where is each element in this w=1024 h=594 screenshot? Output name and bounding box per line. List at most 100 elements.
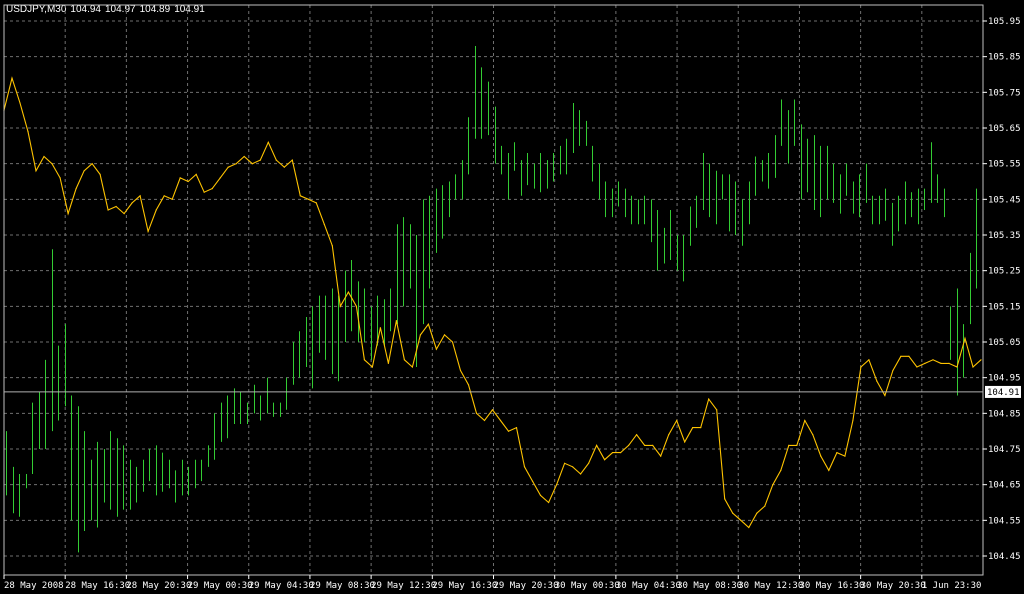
- line-point: [443, 334, 446, 336]
- line-point: [307, 198, 309, 200]
- line-point: [75, 188, 77, 190]
- line-point: [259, 159, 261, 161]
- comparison-line: [3, 76, 982, 529]
- line-point: [652, 444, 654, 446]
- line-point: [219, 177, 221, 179]
- line-point: [531, 480, 534, 482]
- line-point: [51, 163, 53, 165]
- line-point: [451, 341, 454, 343]
- line-point: [948, 362, 950, 364]
- line-point: [940, 362, 942, 364]
- line-point: [572, 466, 574, 468]
- line-point: [115, 205, 117, 208]
- line-point: [636, 434, 638, 436]
- line-point: [459, 369, 462, 372]
- current-price-badge: 104.91: [985, 385, 1021, 398]
- line-point: [844, 455, 846, 457]
- line-point: [323, 223, 325, 225]
- line-point: [467, 384, 470, 386]
- line-point: [251, 163, 253, 165]
- y-tick-label: 105.85: [988, 53, 1021, 63]
- line-point: [692, 427, 694, 429]
- line-point: [556, 484, 558, 486]
- x-tick-label: 30 May 16:30: [799, 581, 864, 591]
- y-tick-label: 104.85: [988, 409, 1021, 419]
- current-price-line: 104.91: [4, 385, 1021, 398]
- line-point: [852, 419, 854, 422]
- line-point: [868, 359, 870, 361]
- line-point: [788, 444, 790, 446]
- line-point: [620, 452, 622, 454]
- y-tick-label: 105.45: [988, 195, 1021, 205]
- line-point: [964, 337, 966, 339]
- line-point: [956, 366, 958, 368]
- line-point: [299, 195, 301, 197]
- x-tick-label: 30 May 20:30: [861, 581, 926, 591]
- line-point: [564, 462, 566, 464]
- line-point: [275, 159, 277, 161]
- line-point: [916, 366, 918, 368]
- x-tick-label: 29 May 04:30: [249, 581, 314, 591]
- y-tick-label: 104.95: [988, 374, 1021, 384]
- y-tick-label: 104.45: [988, 552, 1021, 562]
- price-axis[interactable]: 105.95 105.85 105.75 105.65 105.55 105.45 105.…: [983, 17, 1021, 562]
- grid-lines: [4, 5, 983, 575]
- line-point: [419, 334, 421, 336]
- y-tick-label: 105.55: [988, 160, 1021, 170]
- line-point: [820, 455, 822, 457]
- line-point: [732, 512, 734, 514]
- line-point: [772, 484, 774, 486]
- line-point: [756, 512, 758, 514]
- line-point: [379, 327, 381, 329]
- line-point: [539, 494, 542, 496]
- price-chart[interactable]: 105.95 105.85 105.75 105.65 105.55 105.45 105.…: [0, 0, 1024, 594]
- line-point: [588, 462, 590, 464]
- line-point: [411, 366, 413, 368]
- line-point: [548, 501, 550, 504]
- line-point: [812, 434, 814, 436]
- x-tick-label: 29 May 12:30: [371, 581, 436, 591]
- line-point: [155, 209, 157, 211]
- time-axis[interactable]: 28 May 2008 28 May 16:3028 May 20:3029 Ma…: [3, 575, 982, 591]
- x-tick-label: 28 May 2008: [4, 581, 64, 591]
- line-point: [884, 394, 886, 397]
- comparison-line-series: [3, 76, 982, 529]
- line-point: [740, 519, 742, 521]
- line-point: [67, 213, 69, 215]
- line-point: [211, 188, 213, 190]
- line-point: [99, 173, 101, 175]
- line-point: [724, 498, 726, 500]
- line-point: [395, 320, 397, 322]
- line-point: [35, 170, 37, 172]
- line-point: [507, 430, 510, 432]
- line-point: [515, 427, 518, 429]
- line-point: [371, 366, 373, 368]
- line-point: [11, 77, 13, 79]
- line-point: [644, 444, 646, 446]
- line-point: [892, 369, 894, 372]
- y-tick-label: 105.25: [988, 267, 1021, 277]
- line-point: [596, 444, 598, 446]
- y-tick-label: 104.55: [988, 516, 1021, 526]
- line-point: [668, 434, 670, 436]
- line-point: [171, 198, 173, 200]
- line-point: [315, 202, 317, 204]
- line-point: [179, 177, 181, 179]
- price-bars-series: [6, 45, 977, 553]
- line-point: [435, 348, 437, 350]
- line-point: [227, 166, 229, 168]
- line-point: [387, 362, 389, 364]
- line-point: [860, 366, 862, 368]
- line-point: [684, 441, 686, 443]
- line-point: [483, 419, 486, 422]
- x-tick-label: 1 Jun 23:30: [922, 581, 982, 591]
- line-point: [628, 444, 630, 446]
- line-point: [355, 305, 357, 307]
- y-tick-label: 105.35: [988, 231, 1021, 241]
- x-tick-label: 30 May 04:30: [616, 581, 681, 591]
- line-point: [163, 195, 165, 197]
- line-point: [243, 155, 245, 158]
- line-point: [828, 469, 830, 471]
- line-point: [836, 452, 838, 454]
- x-tick-label: 28 May 16:30: [65, 581, 130, 591]
